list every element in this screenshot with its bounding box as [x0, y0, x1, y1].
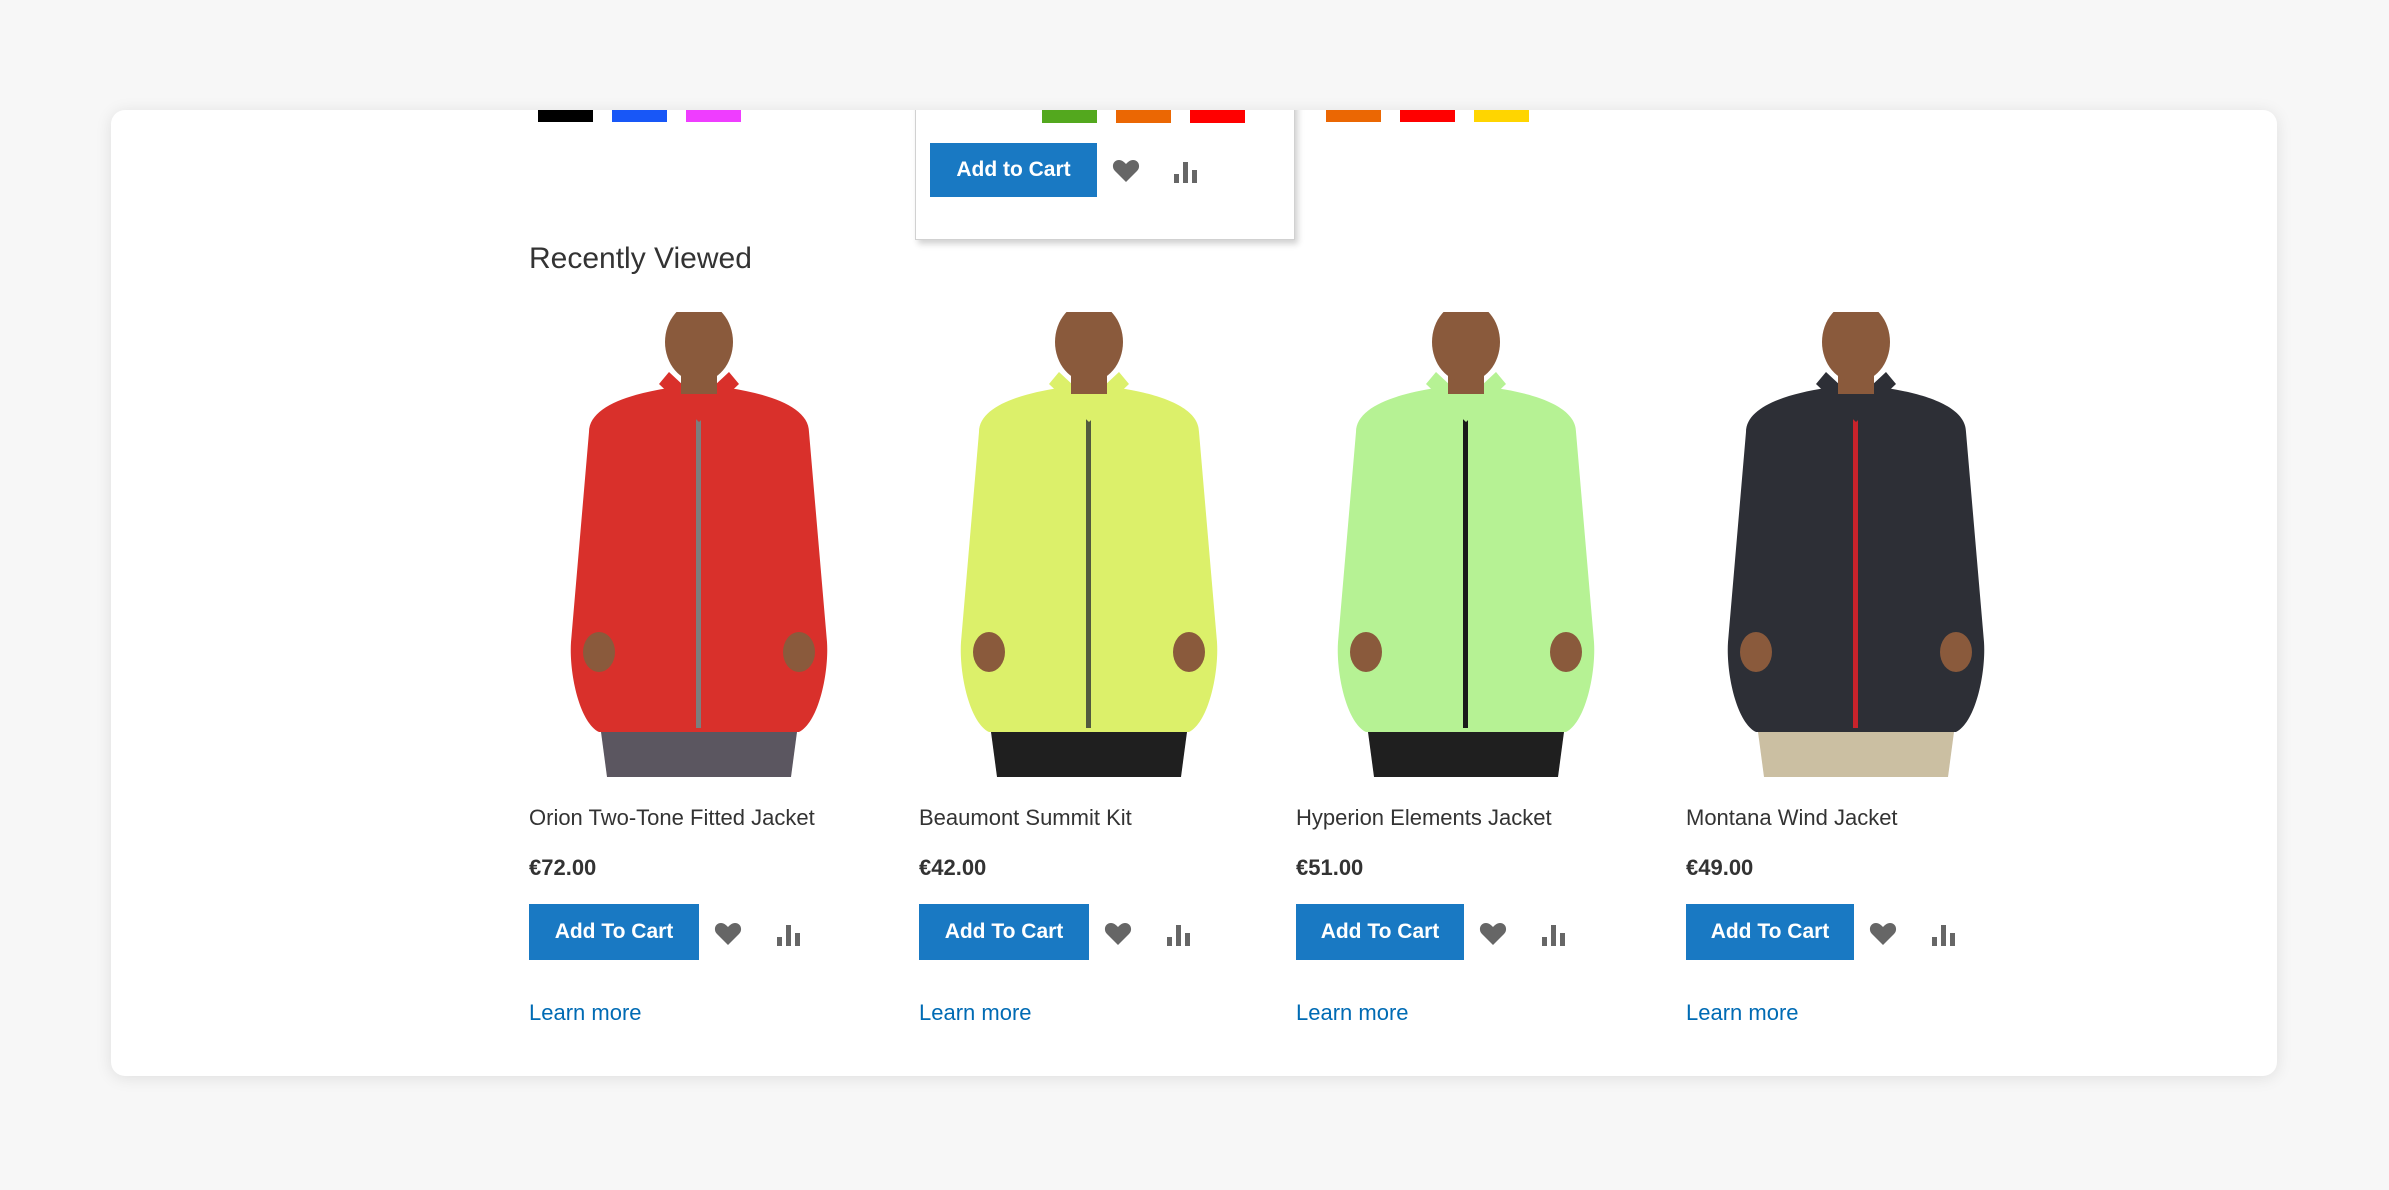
add-to-cart-button[interactable]: Add To Cart	[529, 904, 699, 960]
product-image[interactable]	[1296, 312, 1636, 777]
learn-more-link[interactable]: Learn more	[1296, 1000, 1409, 1026]
product-item: Montana Wind Jacket €49.00 Add To Cart L…	[1686, 312, 2026, 1025]
add-to-cart-button[interactable]: Add To Cart	[919, 904, 1089, 960]
product-widget-card: Add to Cart Recently Viewed Orion Two-To…	[111, 110, 2277, 1076]
heart-icon[interactable]	[1104, 922, 1132, 951]
section-title: Recently Viewed	[529, 242, 752, 275]
product-price: €51.00	[1296, 855, 1364, 880]
product-name[interactable]: Orion Two-Tone Fitted Jacket	[529, 805, 815, 831]
bar-chart-icon[interactable]	[776, 923, 802, 952]
color-swatch-red[interactable]	[1190, 110, 1245, 123]
color-swatch-blue[interactable]	[612, 110, 667, 122]
add-to-cart-button[interactable]: Add to Cart	[930, 143, 1097, 197]
color-swatch-pink[interactable]	[686, 110, 741, 122]
product-item: Beaumont Summit Kit €42.00 Add To Cart L…	[919, 312, 1259, 1025]
product-name[interactable]: Hyperion Elements Jacket	[1296, 805, 1552, 831]
color-swatch-red[interactable]	[1400, 110, 1455, 122]
color-swatch-yellow[interactable]	[1474, 110, 1529, 122]
color-swatch-black[interactable]	[538, 110, 593, 122]
color-swatch-green[interactable]	[1042, 110, 1097, 123]
product-image[interactable]	[919, 312, 1259, 777]
product-price: €42.00	[919, 855, 987, 880]
product-hover-popup: Add to Cart	[915, 110, 1295, 240]
add-to-cart-button[interactable]: Add To Cart	[1686, 904, 1854, 960]
bar-chart-icon[interactable]	[1173, 160, 1199, 189]
heart-icon[interactable]	[714, 922, 742, 951]
heart-icon[interactable]	[1869, 922, 1897, 951]
color-swatch-orange[interactable]	[1116, 110, 1171, 123]
learn-more-link[interactable]: Learn more	[529, 1000, 642, 1026]
learn-more-link[interactable]: Learn more	[919, 1000, 1032, 1026]
bar-chart-icon[interactable]	[1541, 923, 1567, 952]
product-price: €72.00	[529, 855, 597, 880]
bar-chart-icon[interactable]	[1166, 923, 1192, 952]
learn-more-link[interactable]: Learn more	[1686, 1000, 1799, 1026]
heart-icon[interactable]	[1479, 922, 1507, 951]
product-image[interactable]	[529, 312, 869, 777]
product-item: Orion Two-Tone Fitted Jacket €72.00 Add …	[529, 312, 869, 1025]
add-to-cart-button[interactable]: Add To Cart	[1296, 904, 1464, 960]
heart-icon[interactable]	[1112, 159, 1140, 188]
product-name[interactable]: Montana Wind Jacket	[1686, 805, 1898, 831]
product-name[interactable]: Beaumont Summit Kit	[919, 805, 1132, 831]
color-swatch-orange[interactable]	[1326, 110, 1381, 122]
bar-chart-icon[interactable]	[1931, 923, 1957, 952]
product-image[interactable]	[1686, 312, 2026, 777]
product-price: €49.00	[1686, 855, 1754, 880]
product-item: Hyperion Elements Jacket €51.00 Add To C…	[1296, 312, 1636, 1025]
